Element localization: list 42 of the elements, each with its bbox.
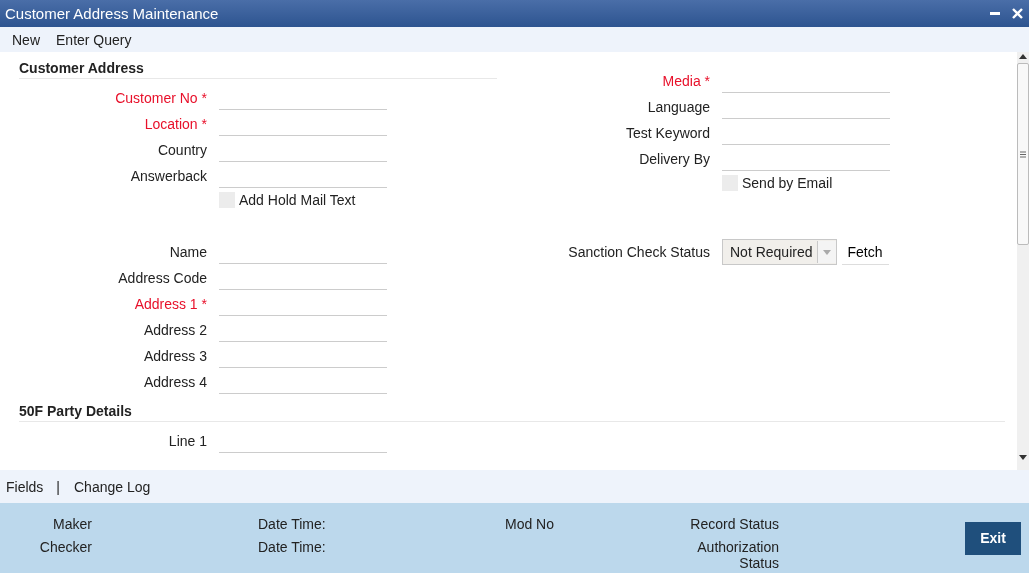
field-label: Customer No * bbox=[114, 90, 207, 106]
field-label: Test Keyword bbox=[624, 125, 710, 141]
window-title: Customer Address Maintenance bbox=[5, 5, 220, 22]
field-label: Name bbox=[168, 244, 207, 260]
toolbar-item[interactable]: Enter Query bbox=[56, 31, 132, 48]
scroll-down-icon[interactable] bbox=[1019, 455, 1027, 460]
field-label: Location * bbox=[143, 116, 207, 132]
grip-icon bbox=[1020, 150, 1026, 158]
audit-label: Checker bbox=[38, 539, 92, 555]
checkbox-label: Send by Email bbox=[742, 175, 833, 191]
footer-link[interactable]: Fields bbox=[6, 478, 44, 495]
field-label: Answerback bbox=[129, 168, 207, 184]
minimize-icon[interactable] bbox=[990, 11, 1000, 16]
audit-label: Maker bbox=[52, 516, 92, 532]
field-label: Media * bbox=[661, 73, 710, 89]
field-label: Address 2 bbox=[142, 322, 207, 338]
section-header: 50F Party Details bbox=[19, 403, 1005, 422]
field-label: Address 3 bbox=[142, 348, 207, 364]
field-label: Address 4 bbox=[142, 374, 207, 390]
caret-icon bbox=[822, 249, 831, 255]
status-dropdown[interactable]: Not Required bbox=[722, 239, 837, 265]
audit-label: Authorization Status bbox=[696, 539, 779, 571]
audit-label: Record Status bbox=[689, 516, 779, 532]
link-separator: | bbox=[56, 478, 60, 495]
audit-label: Date Time: bbox=[258, 539, 327, 555]
field-label: Address 1 * bbox=[133, 296, 207, 312]
field-label: Line 1 bbox=[167, 433, 207, 449]
field-label: Address Code bbox=[117, 270, 207, 286]
audit-label: Mod No bbox=[505, 516, 556, 532]
exit-button[interactable]: Exit bbox=[965, 521, 1021, 555]
footer-link[interactable]: Change Log bbox=[74, 478, 151, 495]
field-label: Sanction Check Status bbox=[567, 244, 710, 260]
section-header: Customer Address bbox=[19, 60, 497, 79]
close-icon[interactable] bbox=[1012, 8, 1023, 19]
field-label: Language bbox=[646, 99, 710, 115]
scroll-up-icon[interactable] bbox=[1019, 54, 1027, 59]
toolbar-item[interactable]: New bbox=[12, 31, 40, 48]
field-label: Delivery By bbox=[638, 151, 710, 167]
checkbox-label: Add Hold Mail Text bbox=[239, 192, 356, 208]
scrollbar[interactable] bbox=[1017, 52, 1029, 470]
audit-label: Date Time: bbox=[258, 516, 327, 532]
field-label: Country bbox=[156, 142, 207, 158]
